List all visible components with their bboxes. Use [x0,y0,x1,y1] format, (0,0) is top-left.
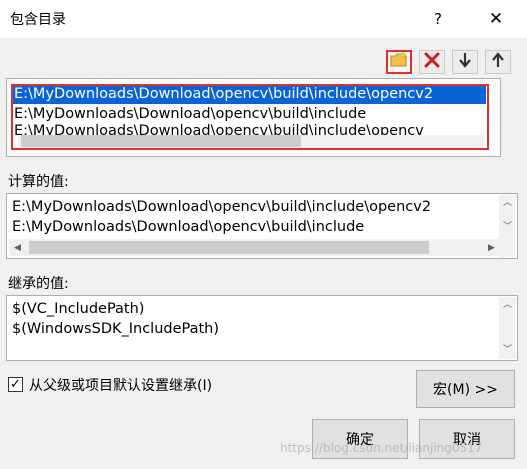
list-item: $(WindowsSDK_IncludePath) [12,321,220,337]
inherited-values-box: $(VC_IncludePath) $(WindowsSDK_IncludePa… [6,295,518,361]
macros-button[interactable]: 宏(M) >> [416,370,515,408]
list-item: E:\MyDownloads\Download\opencv\build\inc… [12,199,432,215]
move-up-button[interactable] [485,50,511,74]
scroll-left-arrow-icon[interactable]: ◀ [9,242,26,254]
scrollbar-thumb[interactable] [29,241,429,254]
red-annotation-box [11,84,489,150]
inherited-values-label: 继承的值: [8,276,69,292]
inherit-checkbox[interactable]: ✓ [8,377,23,392]
scroll-down-arrow-icon[interactable]: ﹀ [499,344,516,356]
move-down-button[interactable] [452,50,478,74]
new-line-folder-icon [390,51,408,72]
window-title: 包含目录 [10,12,66,28]
delete-line-button[interactable] [419,50,445,74]
scroll-up-arrow-icon[interactable]: ︿ [499,299,516,311]
list-item: E:\MyDownloads\Download\opencv\build\inc… [12,219,365,235]
computed-values-label: 计算的值: [8,174,69,190]
scroll-down-arrow-icon[interactable]: ﹀ [499,221,516,233]
inherit-checkbox-label[interactable]: 从父级或项目默认设置继承(I) [29,375,212,395]
computed-values-box: E:\MyDownloads\Download\opencv\build\inc… [6,193,518,259]
help-button[interactable]: ? [418,4,458,34]
vertical-scrollbar[interactable]: ︿ ﹀ [499,195,516,257]
scroll-right-arrow-icon[interactable]: ▶ [483,242,500,254]
scroll-up-arrow-icon[interactable]: ︿ [499,197,516,209]
new-line-button[interactable] [386,50,412,74]
list-item: $(VC_IncludePath) [12,301,145,317]
vertical-scrollbar[interactable]: ︿ ﹀ [499,297,516,359]
watermark: https://blog.csdn.net/lianjing0517 [280,441,483,455]
move-down-arrow-icon [458,52,472,72]
close-button[interactable]: ✕ [474,4,518,34]
delete-x-icon [424,52,440,72]
move-up-arrow-icon [491,52,505,72]
